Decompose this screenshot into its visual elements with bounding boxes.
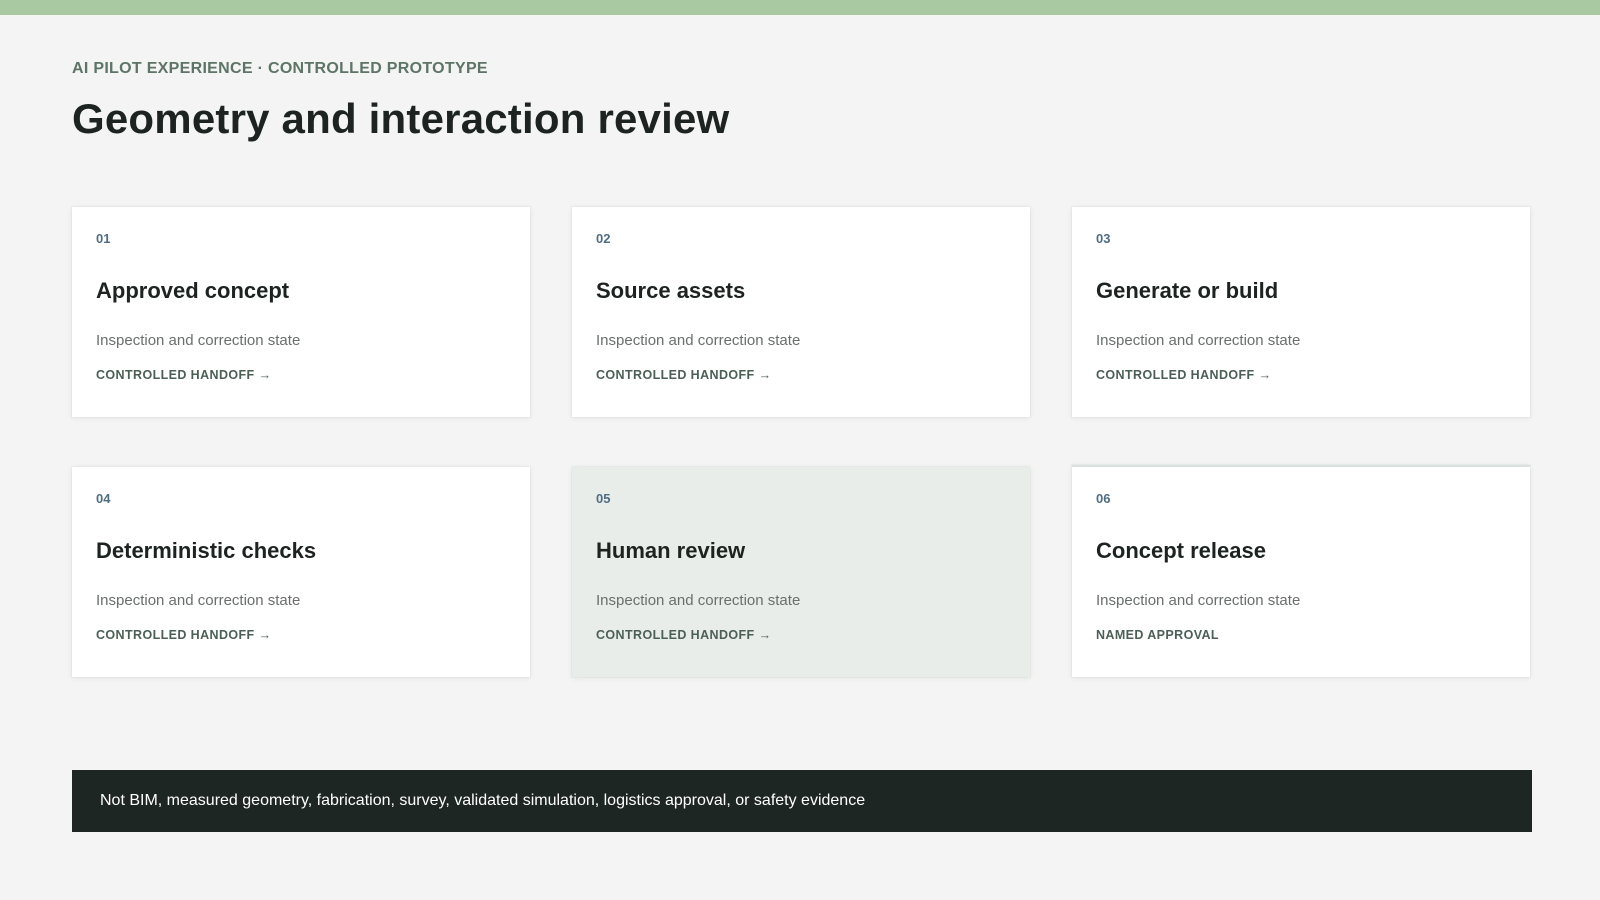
arrow-right-icon: →	[258, 368, 272, 382]
step-description: Inspection and correction state	[1096, 592, 1301, 609]
step-description: Inspection and correction state	[596, 592, 801, 609]
arrow-right-icon: →	[758, 628, 772, 642]
step-number: 02	[596, 231, 611, 246]
step-card-approved-concept[interactable]: 01 Approved concept Inspection and corre…	[72, 207, 530, 417]
action-label: CONTROLLED HANDOFF	[596, 368, 755, 382]
step-card-source-assets[interactable]: 02 Source assets Inspection and correcti…	[572, 207, 1030, 417]
step-number: 05	[596, 491, 611, 506]
arrow-right-icon: →	[758, 368, 772, 382]
controlled-handoff-link[interactable]: CONTROLLED HANDOFF →	[596, 626, 771, 644]
step-number: 03	[1096, 231, 1111, 246]
controlled-handoff-link[interactable]: CONTROLLED HANDOFF →	[1096, 366, 1271, 384]
step-card-concept-release[interactable]: 06 Concept release Inspection and correc…	[1072, 465, 1530, 677]
step-number: 04	[96, 491, 111, 506]
step-description: Inspection and correction state	[596, 332, 801, 349]
arrow-right-icon: →	[258, 628, 272, 642]
action-label: CONTROLLED HANDOFF	[96, 628, 255, 642]
step-number: 06	[1096, 491, 1111, 506]
action-label: CONTROLLED HANDOFF	[1096, 368, 1255, 382]
controlled-handoff-link[interactable]: CONTROLLED HANDOFF →	[596, 366, 771, 384]
disclaimer-text: Not BIM, measured geometry, fabrication,…	[100, 792, 866, 809]
step-card-human-review[interactable]: 05 Human review Inspection and correctio…	[572, 467, 1030, 677]
step-title: Deterministic checks	[96, 538, 317, 563]
arrow-right-icon: →	[1258, 368, 1272, 382]
step-title: Generate or build	[1096, 278, 1279, 303]
step-number: 01	[96, 231, 111, 246]
action-label: CONTROLLED HANDOFF	[596, 628, 755, 642]
step-title: Approved concept	[96, 278, 290, 303]
eyebrow-label: AI PILOT EXPERIENCE · CONTROLLED PROTOTY…	[72, 60, 488, 77]
step-card-generate-or-build[interactable]: 03 Generate or build Inspection and corr…	[1072, 207, 1530, 417]
top-accent-bar	[0, 0, 1600, 15]
step-description: Inspection and correction state	[96, 592, 301, 609]
page-title: Geometry and interaction review	[72, 95, 730, 142]
step-description: Inspection and correction state	[1096, 332, 1301, 349]
controlled-handoff-link[interactable]: CONTROLLED HANDOFF →	[96, 626, 271, 644]
step-title: Human review	[596, 538, 746, 563]
disclaimer-banner: Not BIM, measured geometry, fabrication,…	[72, 770, 1532, 832]
step-card-deterministic-checks[interactable]: 04 Deterministic checks Inspection and c…	[72, 467, 530, 677]
page-header: AI PILOT EXPERIENCE · CONTROLLED PROTOTY…	[72, 58, 1532, 144]
step-title: Concept release	[1096, 538, 1266, 563]
action-label: CONTROLLED HANDOFF	[96, 368, 255, 382]
step-title: Source assets	[596, 278, 746, 303]
controlled-handoff-link[interactable]: CONTROLLED HANDOFF →	[96, 366, 271, 384]
named-approval-label: NAMED APPROVAL	[1096, 628, 1219, 642]
step-description: Inspection and correction state	[96, 332, 301, 349]
